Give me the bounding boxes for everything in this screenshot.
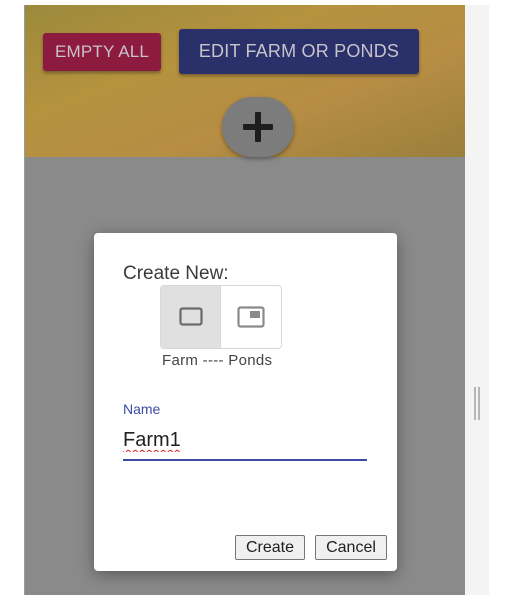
add-button[interactable]: [222, 97, 294, 157]
edit-farm-or-ponds-button[interactable]: EDIT FARM OR PONDS: [179, 29, 419, 74]
cancel-button[interactable]: Cancel: [315, 535, 387, 560]
farm-toggle[interactable]: [161, 286, 220, 348]
resize-handle[interactable]: [474, 387, 480, 420]
scroll-gutter: [465, 5, 489, 595]
name-input[interactable]: [123, 422, 367, 461]
picture-in-picture-icon: [236, 306, 265, 328]
square-outline-icon: [178, 307, 203, 326]
frame-edge: [24, 5, 25, 595]
empty-all-button[interactable]: EMPTY ALL: [43, 33, 161, 71]
type-toggle-group: [160, 285, 282, 349]
dialog-title: Create New:: [123, 263, 229, 284]
name-label: Name: [123, 401, 161, 417]
header-band: EMPTY ALL EDIT FARM OR PONDS: [24, 5, 465, 157]
ponds-toggle[interactable]: [220, 286, 280, 348]
create-button[interactable]: Create: [235, 535, 305, 560]
plus-icon: [243, 112, 273, 142]
toggle-caption: Farm ---- Ponds: [162, 352, 273, 369]
create-new-dialog: Create New: Farm ---- Ponds Name Create …: [94, 233, 397, 571]
